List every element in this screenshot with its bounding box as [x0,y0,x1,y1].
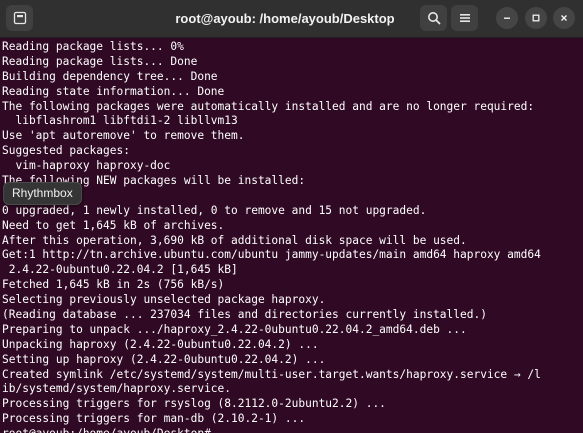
terminal-line: Processing triggers for man-db (2.10.2-1… [2,412,306,426]
minimize-icon [504,17,510,19]
menu-icon [459,14,470,22]
terminal-line: Need to get 1,645 kB of archives. [2,218,225,232]
terminal-line: (Reading database ... 237034 files and d… [2,308,487,322]
terminal-line: Building dependency tree... Done [2,69,218,83]
terminal-line: Setting up haproxy (2.4.22-0ubuntu0.22.0… [2,352,326,366]
terminal-output[interactable]: Reading package lists... 0% Reading packa… [0,38,583,433]
terminal-line: 0 upgraded, 1 newly installed, 0 to remo… [2,203,427,217]
rhythmbox-tooltip: Rhythmbox [3,182,82,205]
minimize-button[interactable] [496,7,518,29]
terminal-line: ib/systemd/system/haproxy.service. [2,382,232,396]
terminal-line: Suggested packages: [2,144,130,158]
new-tab-button[interactable] [6,5,33,31]
terminal-line: Processing triggers for rsyslog (8.2112.… [2,397,386,411]
terminal-line: Fetched 1,645 kB in 2s (756 kB/s) [2,278,225,292]
terminal-line: Selecting previously unselected package … [2,293,326,307]
terminal-line: Created symlink /etc/systemd/system/mult… [2,367,541,381]
maximize-button[interactable] [525,7,547,29]
maximize-icon [532,14,540,22]
menu-button[interactable] [451,5,478,31]
search-button[interactable] [420,5,447,31]
terminal-line: After this operation, 3,690 kB of additi… [2,233,467,247]
terminal-line: Reading state information... Done [2,84,225,98]
terminal-line: Unpacking haproxy (2.4.22-0ubuntu0.22.04… [2,337,319,351]
terminal-line: Get:1 http://tn.archive.ubuntu.com/ubunt… [2,248,541,262]
new-tab-icon [13,11,26,25]
terminal-line: Preparing to unpack .../haproxy_2.4.22-0… [2,322,467,336]
search-icon [427,12,440,25]
terminal-line: vim-haproxy haproxy-doc [2,159,171,173]
terminal-line: Reading package lists... Done [2,54,198,68]
shell-prompt: root@ayoub:/home/ayoub/Desktop# [2,427,583,433]
title-bar: root@ayoub: /home/ayoub/Desktop [0,0,583,38]
close-icon [561,15,567,21]
window-title: root@ayoub: /home/ayoub/Desktop [175,11,395,26]
terminal-window: root@ayoub: /home/ayoub/Desktop Reading … [0,0,583,433]
terminal-line: libflashrom1 libftdi1-2 libllvm13 [2,114,238,128]
terminal-line: The following packages were automaticall… [2,99,535,113]
terminal-line: Reading package lists... 0% [2,40,184,53]
terminal-line: Use 'apt autoremove' to remove them. [2,129,245,143]
terminal-line: haproxy [2,189,583,204]
terminal-line: The following NEW packages will be insta… [2,174,306,188]
terminal-line: 2.4.22-0ubuntu0.22.04.2 [1,645 kB] [2,263,238,277]
close-button[interactable] [553,7,575,29]
